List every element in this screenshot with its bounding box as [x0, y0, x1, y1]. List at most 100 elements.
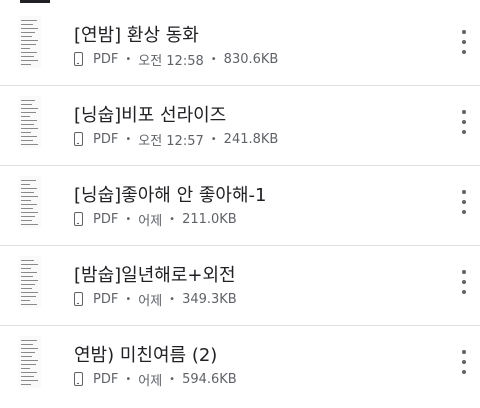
file-date: 오전 12:57 — [138, 133, 204, 149]
thumbnail-text-line — [21, 264, 38, 265]
phone-icon — [74, 212, 83, 226]
thumbnail-text-line — [21, 44, 36, 45]
separator-dot: • — [125, 53, 132, 65]
file-type: PDF — [93, 131, 119, 147]
file-size: 830.6KB — [223, 51, 279, 67]
thumbnail-text-line — [21, 296, 36, 297]
thumbnail-text-line — [21, 120, 37, 121]
thumbnail-text-line — [21, 352, 35, 353]
separator-dot: • — [169, 293, 176, 305]
thumbnail-text-line — [21, 180, 36, 181]
thumbnail-text-line — [21, 372, 37, 373]
file-date: 어제 — [138, 293, 163, 309]
thumbnail-text-line — [21, 212, 38, 213]
thumbnail-text-line — [21, 348, 38, 349]
file-title: [닝숩]좋아해 안 좋아해-1 — [74, 185, 267, 206]
file-type: PDF — [93, 291, 119, 307]
file-row[interactable]: [닝숩]좋아해 안 좋아해-1 PDF • 어제 • 211.0KB — [0, 166, 480, 246]
more-vert-icon[interactable] — [456, 190, 472, 214]
file-meta: PDF • 어제 • 594.6KB — [74, 369, 237, 389]
more-vert-icon[interactable] — [456, 270, 472, 294]
file-date: 어제 — [138, 213, 163, 229]
more-dot — [462, 130, 466, 134]
phone-icon — [74, 292, 83, 306]
thumbnail-text-line — [21, 188, 37, 189]
thumbnail-text-line — [21, 196, 38, 197]
more-vert-icon[interactable] — [456, 110, 472, 134]
thumbnail-text-line — [21, 144, 38, 145]
separator-dot: • — [169, 213, 176, 225]
thumbnail-text-line — [21, 128, 38, 129]
thumbnail-text-line — [21, 32, 35, 33]
thumbnail-text-line — [21, 304, 37, 305]
phone-icon — [74, 52, 83, 66]
thumbnail-text-line — [21, 136, 37, 137]
more-dot — [462, 350, 466, 354]
thumbnail-text-line — [21, 344, 33, 345]
thumbnail-text-line — [21, 24, 33, 25]
thumbnail-text-line — [21, 192, 34, 193]
thumbnail-text-line — [21, 356, 32, 357]
thumbnail-text-line — [21, 208, 33, 209]
file-meta: PDF • 오전 12:57 • 241.8KB — [74, 129, 278, 149]
file-size: 211.0KB — [182, 211, 237, 227]
separator-dot: • — [169, 373, 176, 385]
more-dot — [462, 190, 466, 194]
more-dot — [462, 30, 466, 34]
thumbnail-text-line — [21, 20, 37, 21]
thumbnail-text-line — [21, 52, 37, 53]
file-meta: PDF • 어제 • 349.3KB — [74, 289, 237, 309]
document-thumbnail-icon — [19, 16, 41, 68]
thumbnail-text-line — [21, 132, 31, 133]
file-date: 오전 12:58 — [138, 53, 204, 69]
thumbnail-text-line — [21, 268, 31, 269]
file-size: 349.3KB — [182, 291, 237, 307]
file-title: 연밤) 미친여름 (2) — [74, 345, 218, 366]
file-date: 어제 — [138, 373, 163, 389]
more-dot — [462, 360, 466, 364]
thumbnail-text-line — [21, 300, 30, 301]
thumbnail-text-line — [21, 56, 34, 57]
file-title: [밤숩]일년해로+외전 — [74, 265, 236, 286]
more-dot — [462, 110, 466, 114]
file-size: 241.8KB — [223, 131, 279, 147]
file-row[interactable]: [밤숩]일년해로+외전 PDF • 어제 • 349.3KB — [0, 246, 480, 326]
thumbnail-text-line — [21, 36, 32, 37]
thumbnail-text-line — [21, 284, 35, 285]
thumbnail-text-line — [21, 124, 34, 125]
more-dot — [462, 370, 466, 374]
more-dot — [462, 40, 466, 44]
file-row[interactable]: [닝숩]비포 선라이즈 PDF • 오전 12:57 • 241.8KB — [0, 86, 480, 166]
thumbnail-text-line — [21, 116, 30, 117]
thumbnail-text-line — [21, 360, 38, 361]
phone-icon — [74, 372, 83, 386]
file-row[interactable]: 연밤) 미친여름 (2) PDF • 어제 • 594.6KB — [0, 326, 480, 405]
thumbnail-text-line — [21, 40, 38, 41]
thumbnail-text-line — [21, 376, 34, 377]
thumbnail-text-line — [21, 364, 36, 365]
thumbnail-text-line — [21, 368, 30, 369]
document-thumbnail-icon — [19, 336, 41, 388]
thumbnail-text-line — [21, 28, 38, 29]
more-vert-icon[interactable] — [456, 350, 472, 374]
separator-dot: • — [125, 293, 132, 305]
more-dot — [462, 210, 466, 214]
file-title: [닝숩]비포 선라이즈 — [74, 105, 227, 126]
thumbnail-text-line — [21, 260, 34, 261]
file-meta: PDF • 오전 12:58 • 830.6KB — [74, 49, 278, 69]
phone-icon — [74, 132, 83, 146]
thumbnail-text-line — [21, 340, 37, 341]
thumbnail-text-line — [21, 48, 30, 49]
separator-dot: • — [210, 133, 217, 145]
file-size: 594.6KB — [182, 371, 237, 387]
file-row[interactable]: [연밤] 환상 동화 PDF • 오전 12:58 • 830.6KB — [0, 6, 480, 86]
tab-indicator — [20, 0, 50, 3]
thumbnail-text-line — [21, 60, 38, 61]
file-type: PDF — [93, 371, 119, 387]
thumbnail-text-line — [21, 292, 38, 293]
thumbnail-text-line — [21, 204, 37, 205]
thumbnail-text-line — [21, 272, 37, 273]
more-vert-icon[interactable] — [456, 30, 472, 54]
document-thumbnail-icon — [19, 176, 41, 228]
thumbnail-text-line — [21, 184, 30, 185]
